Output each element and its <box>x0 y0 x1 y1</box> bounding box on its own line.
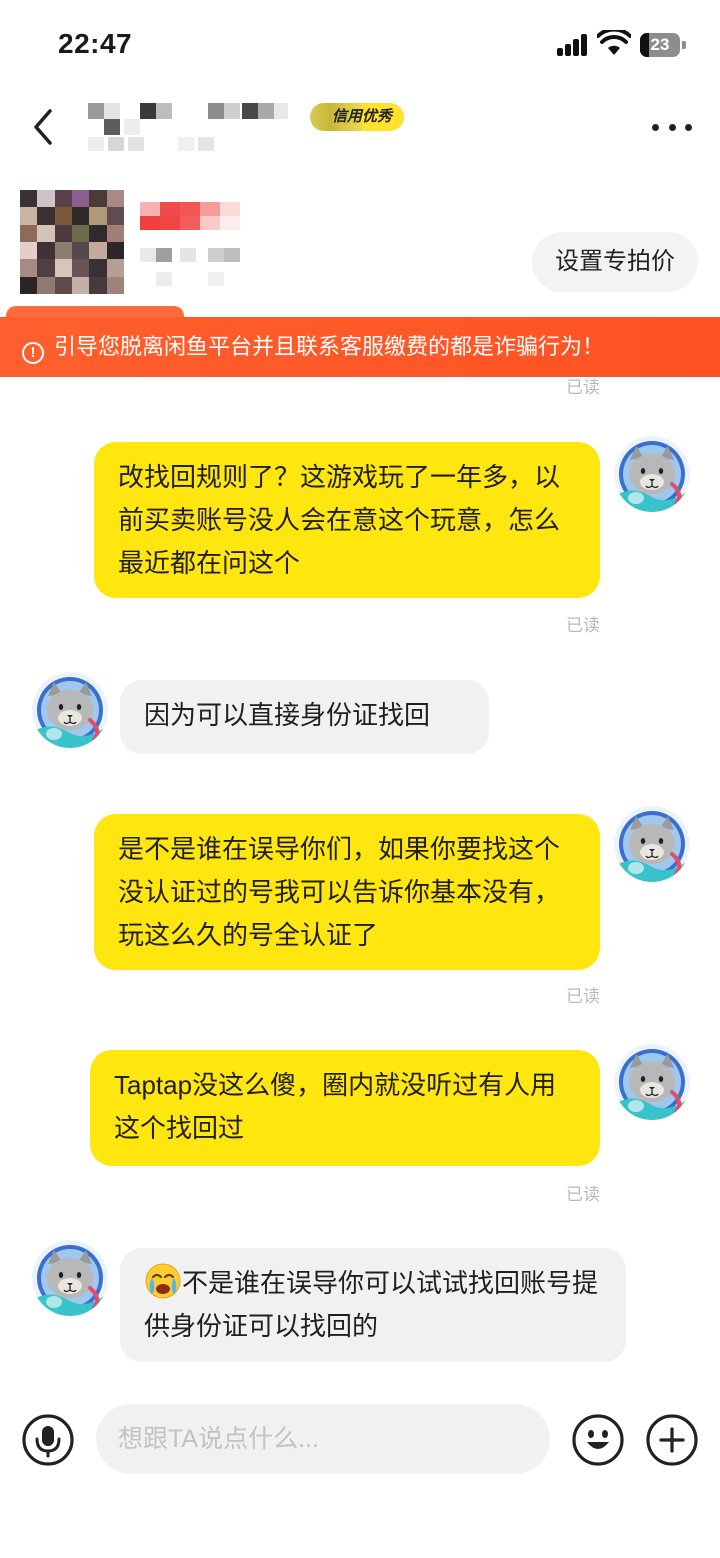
status-bar: 22:47 23 <box>0 0 720 90</box>
contact-message-bubble[interactable]: 不是谁在误导你可以试试找回账号提供身份证可以找回的 <box>120 1248 626 1362</box>
warning-text: 引导您脱离闲鱼平台并且联系客服缴费的都是诈骗行为！ <box>54 334 605 359</box>
credit-badge: 信用优秀 <box>310 103 405 131</box>
alert-circle-icon: ! <box>22 342 44 364</box>
my-avatar[interactable] <box>614 436 690 512</box>
my-avatar[interactable] <box>614 806 690 882</box>
read-status: 已读 <box>566 1185 600 1204</box>
contact-name-redacted[interactable] <box>88 103 308 153</box>
my-message-bubble[interactable]: 是不是谁在误导你们，如果你要找这个没认证过的号我可以告诉你基本没有，玩这么久的号… <box>94 814 600 970</box>
read-status: 已读 <box>566 987 600 1006</box>
my-message-bubble[interactable]: 改找回规则了？这游戏玩了一年多，以前买卖账号没人会在意这个玩意，怎么最近都在问这… <box>94 442 600 598</box>
status-time: 22:47 <box>58 28 133 59</box>
product-info-redacted <box>140 192 260 288</box>
message-text: 不是谁在误导你可以试试找回账号提供身份证可以找回的 <box>144 1268 599 1341</box>
contact-avatar[interactable] <box>32 1240 108 1316</box>
back-button[interactable] <box>22 105 66 149</box>
battery-icon: 23 <box>640 33 686 57</box>
chat-header: 信用优秀 <box>0 95 720 165</box>
cellular-signal-icon <box>557 34 589 56</box>
message-input-bar <box>0 1398 720 1482</box>
my-avatar[interactable] <box>614 1044 690 1120</box>
product-card[interactable]: 设置专拍价 <box>0 180 720 310</box>
plus-icon[interactable] <box>646 1414 698 1466</box>
crying-face-emoji <box>145 1263 181 1299</box>
microphone-icon[interactable] <box>22 1414 74 1466</box>
chevron-left-icon <box>34 109 52 145</box>
contact-message-bubble[interactable]: 因为可以直接身份证找回 <box>120 680 489 754</box>
message-input[interactable] <box>96 1404 550 1474</box>
smiley-icon[interactable] <box>572 1414 624 1466</box>
fraud-warning-banner: ! 引导您脱离闲鱼平台并且联系客服缴费的都是诈骗行为！ <box>0 317 720 377</box>
battery-level: 23 <box>650 35 670 54</box>
wifi-icon <box>596 27 632 56</box>
set-special-price-button[interactable]: 设置专拍价 <box>532 232 698 292</box>
read-status: 已读 <box>566 378 600 397</box>
more-dots-icon[interactable] <box>652 120 692 134</box>
product-thumbnail[interactable] <box>20 190 124 294</box>
read-status: 已读 <box>566 616 600 635</box>
contact-avatar[interactable] <box>32 672 108 748</box>
my-message-bubble[interactable]: Taptap没这么傻，圈内就没听过有人用这个找回过 <box>90 1050 600 1166</box>
